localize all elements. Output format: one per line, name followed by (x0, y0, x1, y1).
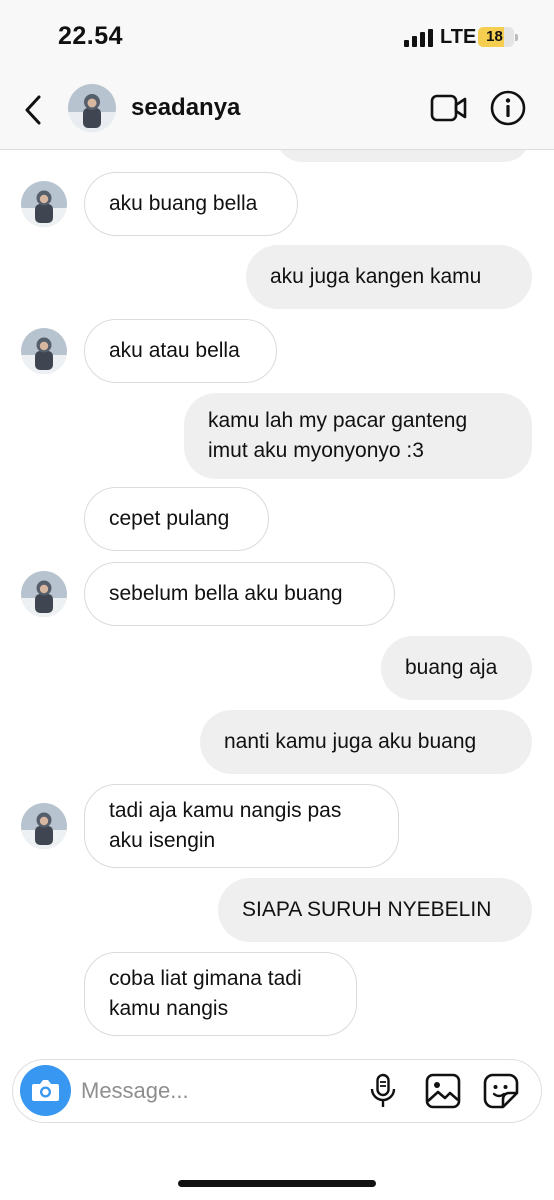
outgoing-message[interactable]: aku juga kangen kamu (246, 245, 532, 309)
camera-button[interactable] (20, 1065, 71, 1116)
incoming-message[interactable]: sebelum bella aku buang (84, 562, 395, 626)
incoming-message[interactable]: aku atau bella (84, 319, 277, 383)
battery-icon: 18 (478, 27, 518, 47)
gallery-button[interactable] (425, 1073, 461, 1109)
chevron-left-icon (25, 95, 41, 125)
message-input[interactable] (81, 1072, 351, 1110)
message-text: aku atau bella (109, 339, 240, 362)
chat-username[interactable]: seadanya (131, 94, 240, 122)
message-text: SIAPA SURUH NYEBELIN (242, 898, 492, 921)
video-camera-icon (430, 94, 467, 122)
sender-avatar[interactable] (21, 571, 67, 617)
message-bubble-partial (276, 150, 530, 162)
microphone-icon (370, 1073, 396, 1107)
message-text: cepet pulang (109, 507, 230, 530)
incoming-message[interactable]: aku buang bella (84, 172, 298, 236)
message-list[interactable]: aku buang bella aku juga kangen kamu aku a… (0, 150, 554, 1050)
sender-avatar[interactable] (21, 803, 67, 849)
incoming-message[interactable]: cepet pulang (84, 487, 269, 551)
gallery-icon (425, 1073, 461, 1109)
sender-avatar[interactable] (21, 181, 67, 227)
camera-icon (32, 1080, 59, 1101)
signal-icon (404, 29, 434, 47)
incoming-message[interactable]: tadi aja kamu nangis pas aku isengin (84, 784, 399, 868)
network-type: LTE (440, 26, 477, 48)
battery-level: 18 (486, 28, 503, 45)
status-time: 22.54 (58, 22, 124, 50)
message-text: coba liat gimana tadi kamu nangis (109, 967, 302, 1020)
sticker-button[interactable] (483, 1073, 519, 1109)
outgoing-message[interactable]: SIAPA SURUH NYEBELIN (218, 878, 532, 942)
info-button[interactable] (490, 90, 526, 126)
sender-avatar[interactable] (21, 328, 67, 374)
chat-header: seadanya (0, 72, 554, 150)
outgoing-message[interactable]: kamu lah my pacar ganteng imut aku myony… (184, 393, 532, 479)
info-icon (490, 90, 526, 126)
outgoing-message[interactable]: buang aja (381, 636, 532, 700)
status-bar: 22.54 LTE 18 (0, 0, 554, 72)
message-text: buang aja (405, 656, 498, 679)
message-text: aku buang bella (109, 192, 258, 215)
message-text: aku juga kangen kamu (270, 265, 482, 288)
home-indicator[interactable] (178, 1180, 376, 1187)
outgoing-message[interactable]: nanti kamu juga aku buang (200, 710, 532, 774)
message-text: kamu lah my pacar ganteng imut aku myony… (208, 409, 468, 462)
sticker-icon (483, 1073, 519, 1109)
message-text: sebelum bella aku buang (109, 582, 343, 605)
back-button[interactable] (18, 90, 48, 130)
header-avatar[interactable] (68, 84, 116, 132)
message-composer (12, 1059, 542, 1123)
microphone-button[interactable] (369, 1073, 397, 1109)
incoming-message[interactable]: coba liat gimana tadi kamu nangis (84, 952, 357, 1036)
message-text: tadi aja kamu nangis pas aku isengin (109, 799, 342, 852)
video-call-button[interactable] (430, 92, 468, 124)
message-text: nanti kamu juga aku buang (224, 730, 477, 753)
